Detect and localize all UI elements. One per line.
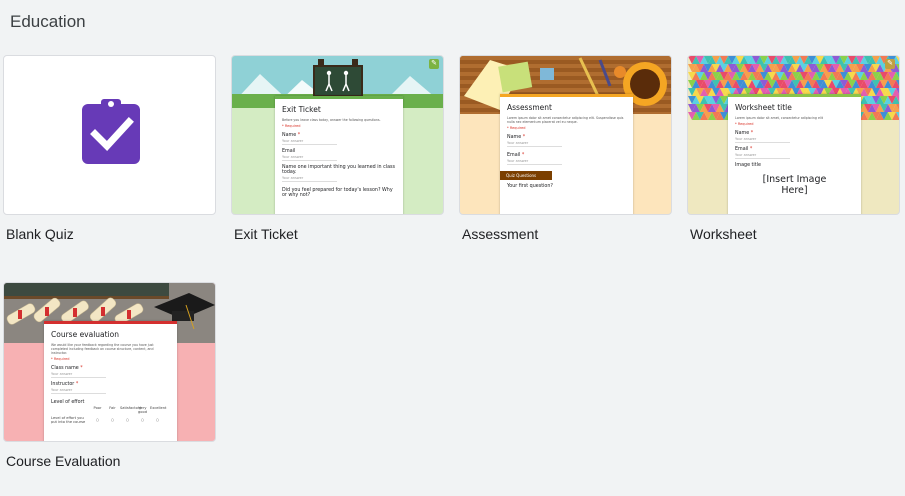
- pencil-icon: ✎: [885, 59, 895, 69]
- template-thumbnail[interactable]: ✎ Exit Ticket Before you leave class tod…: [231, 55, 444, 215]
- template-card-exit-ticket[interactable]: ✎ Exit Ticket Before you leave class tod…: [231, 55, 444, 242]
- form-answer: Your answer: [51, 388, 106, 394]
- grid-label: Level of effort: [51, 400, 85, 405]
- template-thumbnail[interactable]: Assessment Lorem ipsum dolor sit amet co…: [459, 55, 672, 215]
- form-description: We would like your feedback regarding th…: [51, 343, 154, 355]
- form-answer: Your answer: [507, 159, 562, 165]
- form-question: Image title: [735, 163, 761, 168]
- required-note: * Required: [51, 357, 70, 361]
- form-answer: Your answer: [282, 155, 337, 161]
- form-title: Course evaluation: [51, 330, 120, 339]
- template-label: Blank Quiz: [6, 226, 74, 242]
- form-description: Lorem ipsum dolor sit amet consectetur a…: [507, 116, 624, 124]
- required-note: * Required: [282, 124, 301, 128]
- form-title: Assessment: [507, 103, 552, 112]
- template-label: Course Evaluation: [6, 453, 121, 469]
- template-thumbnail[interactable]: Course evaluation We would like your fee…: [3, 282, 216, 442]
- template-card-assessment[interactable]: Assessment Lorem ipsum dolor sit amet co…: [459, 55, 672, 242]
- section-tag: Quiz Questions: [500, 171, 552, 180]
- form-answer: Your answer: [735, 153, 790, 159]
- template-label: Worksheet: [690, 226, 757, 242]
- form-question: Instructor *: [51, 382, 79, 387]
- form-answer: Your answer: [507, 141, 562, 147]
- form-description: Lorem ipsum dolor sit amet, consectetur …: [735, 116, 823, 120]
- form-description: Before you leave class today, answer the…: [282, 118, 381, 122]
- form-answer: Your answer: [282, 176, 337, 182]
- template-label: Exit Ticket: [234, 226, 298, 242]
- template-thumbnail[interactable]: [3, 55, 216, 215]
- section-title: Education: [10, 12, 86, 31]
- pencil-icon: ✎: [429, 59, 439, 69]
- form-question: Name one important thing you learned in …: [282, 165, 396, 175]
- form-title: Exit Ticket: [282, 105, 321, 114]
- template-card-worksheet[interactable]: ✎ Worksheet title Lorem ipsum dolor sit …: [687, 55, 900, 242]
- form-answer: Your answer: [51, 372, 106, 378]
- grid-row: Level of effort you put into the course …: [51, 416, 160, 424]
- form-question: Email *: [735, 147, 753, 152]
- form-question: Name *: [735, 131, 754, 136]
- form-answer: Your answer: [735, 137, 790, 143]
- template-card-course-evaluation[interactable]: Course evaluation We would like your fee…: [3, 282, 216, 469]
- template-card-blank-quiz[interactable]: Blank Quiz: [3, 55, 216, 242]
- form-preview: Course evaluation We would like your fee…: [44, 321, 177, 441]
- required-note: * Required: [735, 122, 754, 126]
- template-thumbnail[interactable]: ✎ Worksheet title Lorem ipsum dolor sit …: [687, 55, 900, 215]
- form-question: Class name *: [51, 366, 83, 371]
- form-question: Name *: [507, 135, 526, 140]
- grid-header: Poor Fair Satisfactory Very good Excelle…: [93, 406, 167, 414]
- form-question: Email: [282, 149, 296, 154]
- form-question: Did you feel prepared for today's lesson…: [282, 188, 393, 198]
- form-preview: Assessment Lorem ipsum dolor sit amet co…: [500, 94, 633, 214]
- required-note: * Required: [507, 126, 526, 130]
- form-question: Your first question?: [507, 184, 553, 189]
- template-label: Assessment: [462, 226, 539, 242]
- form-question: Name *: [282, 133, 301, 138]
- quiz-clipboard-icon: [82, 99, 140, 164]
- form-preview: Worksheet title Lorem ipsum dolor sit am…: [728, 94, 861, 214]
- image-placeholder: [Insert Image Here]: [762, 174, 827, 196]
- form-preview: Exit Ticket Before you leave class today…: [275, 96, 403, 214]
- form-title: Worksheet title: [735, 103, 792, 112]
- form-question: Email *: [507, 153, 525, 158]
- form-answer: Your answer: [282, 139, 337, 145]
